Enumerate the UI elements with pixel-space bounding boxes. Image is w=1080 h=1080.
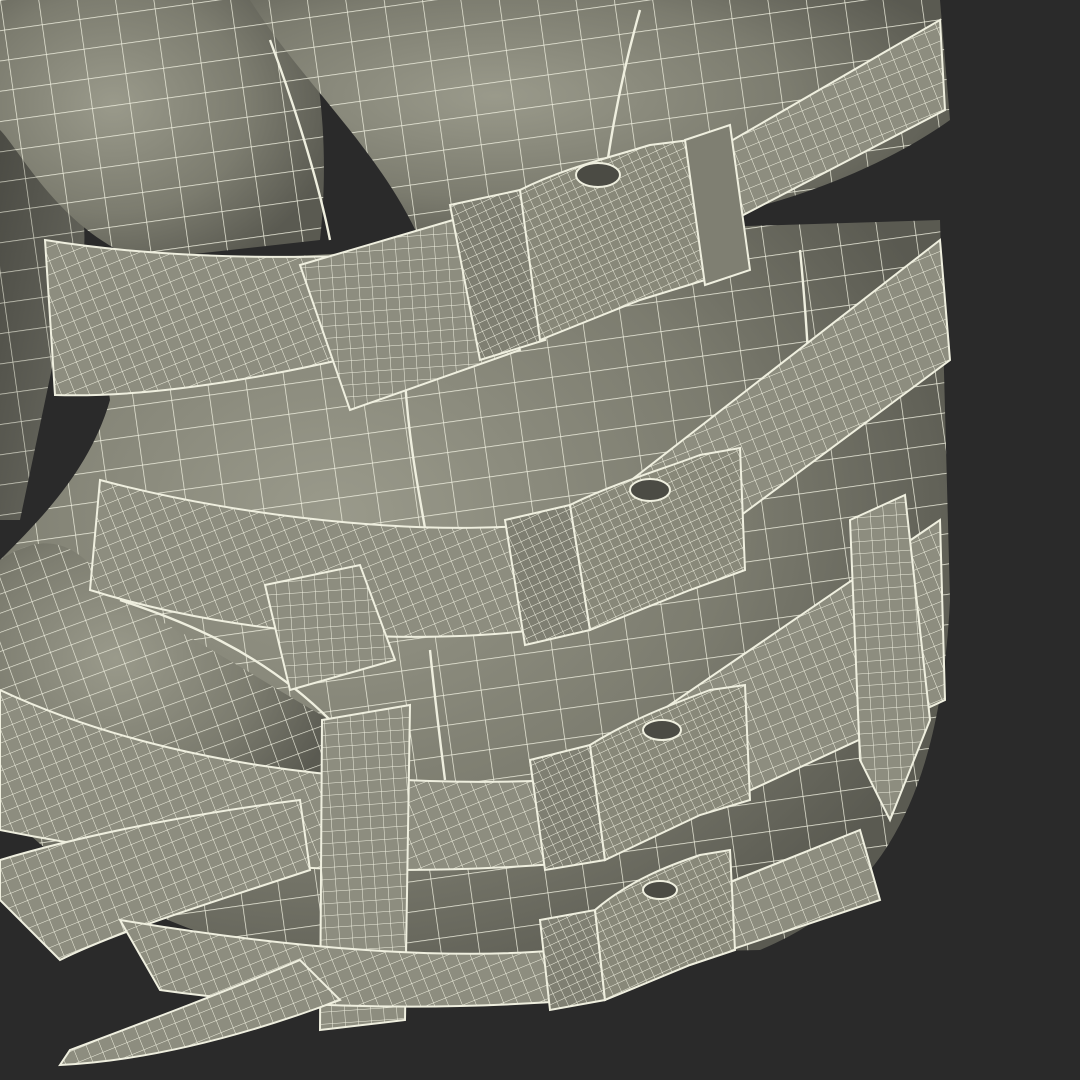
viewport: [0, 0, 1080, 1080]
wireframe-render: [0, 0, 952, 1067]
